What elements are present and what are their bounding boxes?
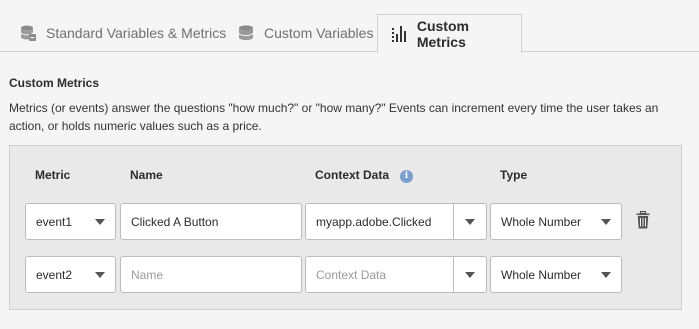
type-value: Whole Number [501,267,582,282]
chevron-down-icon [465,272,475,278]
metric-select[interactable]: event1 [25,203,116,240]
tab-standard-variables-metrics[interactable]: Standard Variables & Metrics [18,14,226,52]
column-header-context-data: Context Data [315,168,390,182]
context-data-value: myapp.adobe.Clicked [316,214,432,229]
metric-select[interactable]: event2 [25,256,116,293]
context-data-placeholder: Context Data [316,267,387,282]
tab-label: Custom Variables [264,25,374,41]
metric-value: event2 [36,267,73,282]
name-field[interactable]: Clicked A Button [120,203,302,240]
context-data-combobox[interactable]: Context Data [305,256,487,293]
context-data-combobox[interactable]: myapp.adobe.Clicked [305,203,487,240]
name-field[interactable]: Name [120,256,302,293]
info-icon[interactable]: i [400,170,413,183]
section-description: Metrics (or events) answer the questions… [9,101,659,133]
type-select[interactable]: Whole Number [490,256,622,293]
section-title: Custom Metrics [9,76,100,90]
trash-icon[interactable] [636,210,652,231]
column-header-metric: Metric [35,168,71,182]
bar-chart-icon [389,24,409,44]
metric-value: event1 [36,214,73,229]
type-select[interactable]: Whole Number [490,203,622,240]
tab-label: Standard Variables & Metrics [46,25,227,41]
context-data-dropdown-button[interactable] [453,256,487,293]
column-header-name: Name [130,168,163,182]
tab-custom-metrics[interactable]: Custom Metrics [377,14,522,53]
chevron-down-icon [601,272,611,278]
tab-label: Custom Metrics [416,17,469,50]
chevron-down-icon [95,219,105,225]
type-value: Whole Number [501,214,582,229]
context-data-dropdown-button[interactable] [453,203,487,240]
tab-custom-variables[interactable]: Custom Variables [236,14,373,52]
column-header-type: Type [500,168,528,182]
chevron-down-icon [95,272,105,278]
chevron-down-icon [465,219,475,225]
database-icon [18,23,38,43]
name-placeholder: Name [131,267,164,282]
tab-bar: Standard Variables & Metrics Custom Vari… [0,0,699,53]
name-value: Clicked A Button [131,214,219,229]
database-icon [236,23,256,43]
chevron-down-icon [601,219,611,225]
